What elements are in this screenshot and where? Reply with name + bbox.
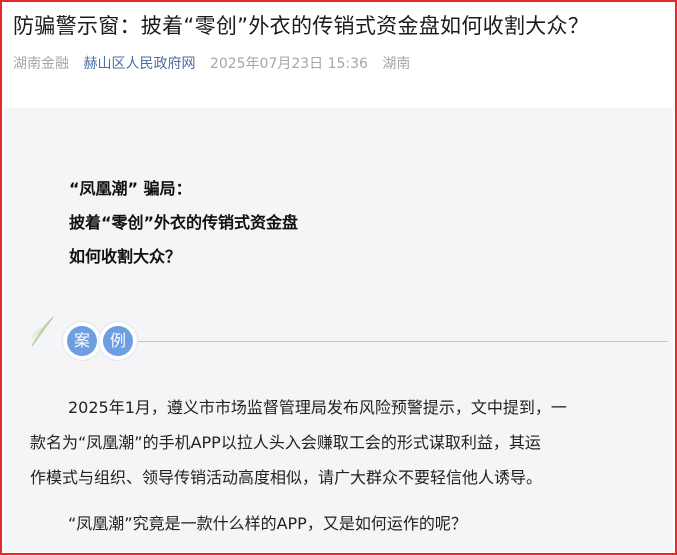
article-title: 防骗警示窗：披着“零创”外衣的传销式资金盘如何收割大众？ [13,14,590,38]
case-badge-char: 案 [67,326,97,356]
body-paragraph: 2025年1月，遵义市市场监督管理局发布风险预警提示，文中提到，一 款名为“凤凰… [30,390,670,495]
paragraph-line: 2025年1月，遵义市市场监督管理局发布风险预警提示，文中提到，一 [68,398,567,417]
meta-region: 湖南 [382,56,411,72]
heading-line: 如何收割大众？ [69,247,182,266]
article-meta: 湖南金融 赫山区人民政府网 2025年07月23日 15:36 湖南 [13,53,420,73]
body-question: “凤凰潮”究竟是一款什么样的APP，又是如何运作的呢？ [68,514,467,533]
case-badge: 例 [99,322,137,360]
leaf-icon [31,316,54,347]
case-divider [138,341,668,342]
meta-channel[interactable]: 湖南金融 [13,56,69,72]
case-badge-char: 例 [103,326,133,356]
meta-source-link[interactable]: 赫山区人民政府网 [83,56,195,72]
heading-line: “凤凰潮” 骗局： [69,179,192,198]
paragraph-line: 款名为“凤凰潮”的手机APP以拉人头入会赚取工会的形式谋取利益，其运 [30,433,541,452]
paragraph-line: 作模式与组织、领导传销活动高度相似，请广大群众不要轻信他人诱导。 [30,468,543,487]
meta-datetime: 2025年07月23日 15:36 [209,56,368,72]
section-heading: “凤凰潮” 骗局： 披着“零创”外衣的传销式资金盘 如何收割大众？ [69,172,298,274]
heading-line: 披着“零创”外衣的传销式资金盘 [69,213,299,232]
case-badge: 案 [63,322,101,360]
